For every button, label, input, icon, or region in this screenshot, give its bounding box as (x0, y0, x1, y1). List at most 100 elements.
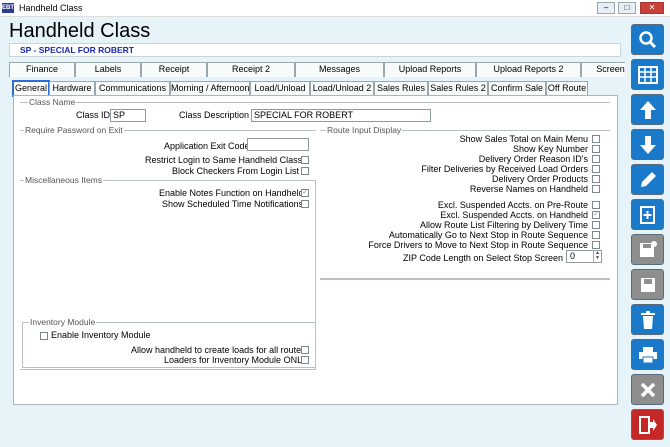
page-title: Handheld Class (9, 20, 151, 42)
route-item-label: Delivery Order Products (491, 174, 588, 184)
new-button[interactable] (631, 199, 664, 230)
save-as-icon (639, 240, 657, 257)
zip-length-stepper[interactable]: 0 ▲ ▼ (566, 250, 602, 263)
maximize-button[interactable]: □ (618, 2, 636, 14)
grid-button[interactable] (631, 59, 664, 90)
tabs-bottom: General Hardware Communications Morning … (12, 80, 588, 97)
tab-upload-reports[interactable]: Upload Reports (384, 62, 476, 77)
move-up-button[interactable] (631, 94, 664, 125)
new-doc-icon (639, 205, 655, 224)
app-icon: EBT (2, 3, 14, 13)
enable-inventory-label: Enable Inventory Module (51, 330, 151, 340)
cancel-button[interactable] (631, 374, 664, 405)
edit-button[interactable] (631, 164, 664, 195)
print-icon (638, 346, 657, 363)
restrict-login-label: Restrict Login to Same Handheld Class (145, 155, 303, 165)
restrict-login-checkbox[interactable] (301, 156, 309, 164)
class-name-legend: Class Name (28, 97, 77, 107)
tab-general[interactable]: General (12, 80, 50, 97)
scheduled-time-label: Show Scheduled Time Notifications (162, 199, 304, 209)
tab-sales-rules[interactable]: Sales Rules (374, 81, 428, 96)
minimize-button[interactable]: – (597, 2, 615, 14)
close-window-button[interactable]: ✕ (640, 2, 664, 14)
tab-messages[interactable]: Messages (295, 62, 384, 77)
route-item-label: Reverse Names on Handheld (469, 184, 588, 194)
print-button[interactable] (631, 339, 664, 370)
tab-upload-reports-2[interactable]: Upload Reports 2 (476, 62, 581, 77)
inventory-legend: Inventory Module (29, 317, 97, 327)
tab-off-route[interactable]: Off Route (546, 81, 588, 96)
move-down-button[interactable] (631, 129, 664, 160)
scheduled-time-checkbox[interactable] (301, 200, 309, 208)
tab-sales-rules-2[interactable]: Sales Rules 2 (428, 81, 488, 96)
general-panel: Class Name Class ID SP Class Description… (13, 95, 618, 405)
route-item-label: Excl. Suspended Accts. on Handheld (440, 210, 588, 220)
route-item-checkbox[interactable] (592, 135, 600, 143)
tab-confirm-sale[interactable]: Confirm Sale (488, 81, 546, 96)
search-icon (638, 30, 656, 48)
tab-finance[interactable]: Finance (9, 62, 75, 77)
route-item-checkbox[interactable] (592, 201, 600, 209)
pencil-icon (640, 171, 656, 187)
zip-length-value: 0 (570, 251, 576, 261)
exit-code-field[interactable] (247, 138, 309, 151)
route-item-checkbox[interactable] (592, 185, 600, 193)
arrow-down-icon (639, 135, 656, 154)
misc-legend: Miscellaneous Items (24, 175, 104, 185)
class-description-field[interactable]: SPECIAL FOR ROBERT (251, 109, 431, 122)
route-item-label: Delivery Order Reason ID's (478, 154, 588, 164)
route-group-bottom-line (320, 278, 610, 279)
stepper-arrows-icon[interactable]: ▲ ▼ (593, 251, 601, 262)
route-item-checkbox[interactable] (592, 231, 600, 239)
class-id-field[interactable]: SP (110, 109, 146, 122)
loaders-checkbox[interactable] (301, 356, 309, 364)
class-description-label: Class Description (179, 110, 250, 120)
route-item-checkbox[interactable] (592, 175, 600, 183)
route-item-label: Filter Deliveries by Received Load Order… (421, 164, 588, 174)
close-icon (640, 382, 655, 397)
route-item-checkbox[interactable] (592, 145, 600, 153)
route-item-checkbox[interactable] (592, 241, 600, 249)
require-password-legend: Require Password on Exit (24, 125, 124, 135)
exit-code-label: Application Exit Code (164, 141, 250, 151)
tab-receipt[interactable]: Receipt (141, 62, 207, 77)
allow-loads-checkbox[interactable] (301, 346, 309, 354)
route-item-label: Show Sales Total on Main Menu (459, 134, 588, 144)
loaders-label: Loaders for Inventory Module ONLY (164, 355, 308, 365)
tab-labels[interactable]: Labels (75, 62, 141, 77)
record-label: SP - SPECIAL FOR ROBERT (20, 45, 134, 55)
zip-length-label: ZIP Code Length on Select Stop Screen (403, 253, 563, 263)
record-bar: SP - SPECIAL FOR ROBERT (9, 43, 621, 57)
route-item-label: Allow Route List Filtering by Delivery T… (419, 220, 588, 230)
route-item-label: Force Drivers to Move to Next Stop in Ro… (368, 240, 588, 250)
route-item-checkbox[interactable] (592, 155, 600, 163)
save-icon (640, 277, 655, 292)
tab-communications[interactable]: Communications (95, 81, 170, 96)
tab-receipt-2[interactable]: Receipt 2 (207, 62, 295, 77)
enable-notes-label: Enable Notes Function on Handheld (159, 188, 304, 198)
trash-icon (640, 310, 655, 329)
tab-hardware[interactable]: Hardware (49, 81, 95, 96)
route-item-checkbox[interactable]: ✓ (592, 211, 600, 219)
search-button[interactable] (631, 24, 664, 55)
tab-load-unload-2[interactable]: Load/Unload 2 (310, 81, 374, 96)
window-titlebar: EBT Handheld Class – □ ✕ (0, 0, 670, 17)
enable-notes-checkbox[interactable]: ✓ (301, 189, 309, 197)
tabs-top: Finance Labels Receipt Receipt 2 Message… (9, 62, 640, 77)
tab-morning-afternoon[interactable]: Morning / Afternoon (170, 81, 250, 96)
enable-inventory-checkbox[interactable] (40, 332, 48, 340)
block-checkers-checkbox[interactable] (301, 167, 309, 175)
route-item-checkbox[interactable] (592, 165, 600, 173)
delete-button[interactable] (631, 304, 664, 335)
tab-load-unload[interactable]: Load/Unload (250, 81, 310, 96)
class-id-label: Class ID (76, 110, 111, 120)
window-title: Handheld Class (19, 3, 83, 13)
route-item-checkbox[interactable] (592, 221, 600, 229)
action-toolbar (625, 17, 670, 447)
block-checkers-label: Block Checkers From Login List (172, 166, 300, 176)
save-button[interactable] (631, 269, 664, 300)
route-item-label: Show Key Number (512, 144, 588, 154)
save-as-button[interactable] (631, 234, 664, 265)
exit-button[interactable] (631, 409, 664, 440)
route-item-label: Automatically Go to Next Stop in Route S… (388, 230, 588, 240)
